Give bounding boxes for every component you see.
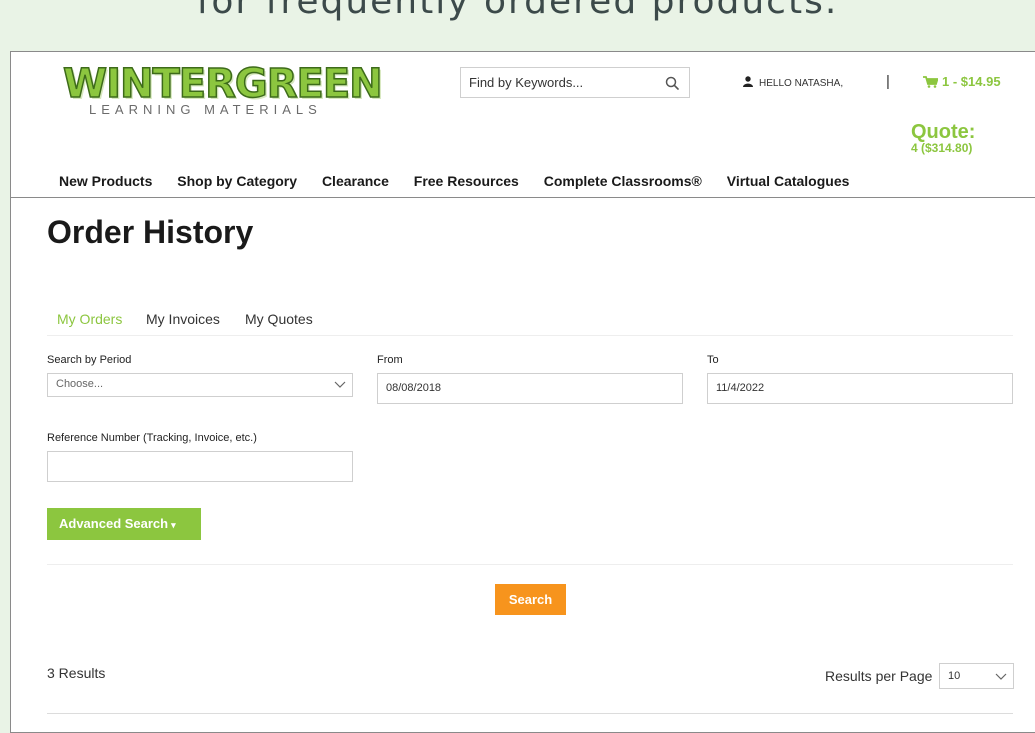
- results-per-page-value: 10: [948, 670, 961, 682]
- from-label: From: [377, 354, 403, 366]
- tab-my-invoices[interactable]: My Invoices: [146, 311, 220, 327]
- advanced-search-button[interactable]: Advanced Search ▾: [47, 508, 201, 540]
- user-greeting: HELLO NATASHA,: [759, 78, 844, 89]
- search-button[interactable]: Search: [495, 584, 566, 615]
- tab-my-quotes[interactable]: My Quotes: [245, 311, 313, 327]
- reference-label: Reference Number (Tracking, Invoice, etc…: [47, 432, 257, 444]
- order-tabs: My Orders My Invoices My Quotes: [47, 311, 1013, 336]
- reference-number-input[interactable]: [47, 451, 353, 482]
- results-per-page-label: Results per Page: [825, 668, 933, 684]
- wintergreen-logo[interactable]: WINTERGREEN LEARNING MATERIALS: [62, 61, 383, 117]
- form-divider: [47, 564, 1013, 565]
- nav-clearance[interactable]: Clearance: [322, 173, 389, 189]
- quote-label: Quote:: [911, 121, 976, 143]
- nav-virtual-catalogues[interactable]: Virtual Catalogues: [727, 173, 850, 189]
- cart-summary: 1 - $14.95: [942, 74, 1001, 89]
- logo-wordmark: WINTERGREEN: [62, 61, 383, 107]
- advanced-search-label: Advanced Search: [59, 516, 169, 531]
- chevron-down-icon: [334, 381, 346, 388]
- user-icon: [743, 76, 753, 87]
- nav-new-products[interactable]: New Products: [59, 173, 152, 189]
- keyword-search[interactable]: [460, 67, 690, 98]
- period-select-value: Choose...: [56, 378, 104, 390]
- quote-value: 4 ($314.80): [911, 141, 973, 155]
- cart-icon: [923, 76, 939, 88]
- period-select[interactable]: Choose...: [47, 373, 353, 397]
- caret-down-icon: ▾: [171, 520, 176, 530]
- period-label: Search by Period: [47, 354, 132, 366]
- logo-tagline: LEARNING MATERIALS: [89, 102, 322, 117]
- nav-shop-by-category[interactable]: Shop by Category: [177, 173, 297, 189]
- page-title: Order History: [47, 214, 254, 250]
- search-icon[interactable]: [665, 76, 679, 90]
- tab-my-orders[interactable]: My Orders: [57, 311, 122, 327]
- promo-banner-text: for frequently ordered products.: [196, 0, 839, 22]
- to-date-input[interactable]: 11/4/2022: [707, 373, 1013, 404]
- from-date-input[interactable]: 08/08/2018: [377, 373, 683, 404]
- cart-link[interactable]: 1 - $14.95: [923, 74, 1001, 89]
- browser-frame: WINTERGREEN LEARNING MATERIALS HELLO NAT…: [10, 51, 1035, 733]
- to-label: To: [707, 354, 719, 366]
- results-count: 3 Results: [47, 665, 106, 681]
- main-nav: New Products Shop by Category Clearance …: [59, 173, 870, 189]
- nav-free-resources[interactable]: Free Resources: [414, 173, 519, 189]
- promo-banner: for frequently ordered products.: [0, 0, 1035, 40]
- user-account-link[interactable]: HELLO NATASHA,: [743, 76, 843, 89]
- results-per-page-select[interactable]: 10: [939, 663, 1014, 689]
- quote-link[interactable]: Quote: 4 ($314.80): [911, 122, 975, 154]
- header-separator: |: [886, 73, 890, 90]
- chevron-down-icon: [995, 673, 1007, 680]
- nav-divider: [11, 197, 1035, 198]
- nav-complete-classrooms[interactable]: Complete Classrooms®: [544, 173, 702, 189]
- keyword-search-input[interactable]: [461, 68, 659, 97]
